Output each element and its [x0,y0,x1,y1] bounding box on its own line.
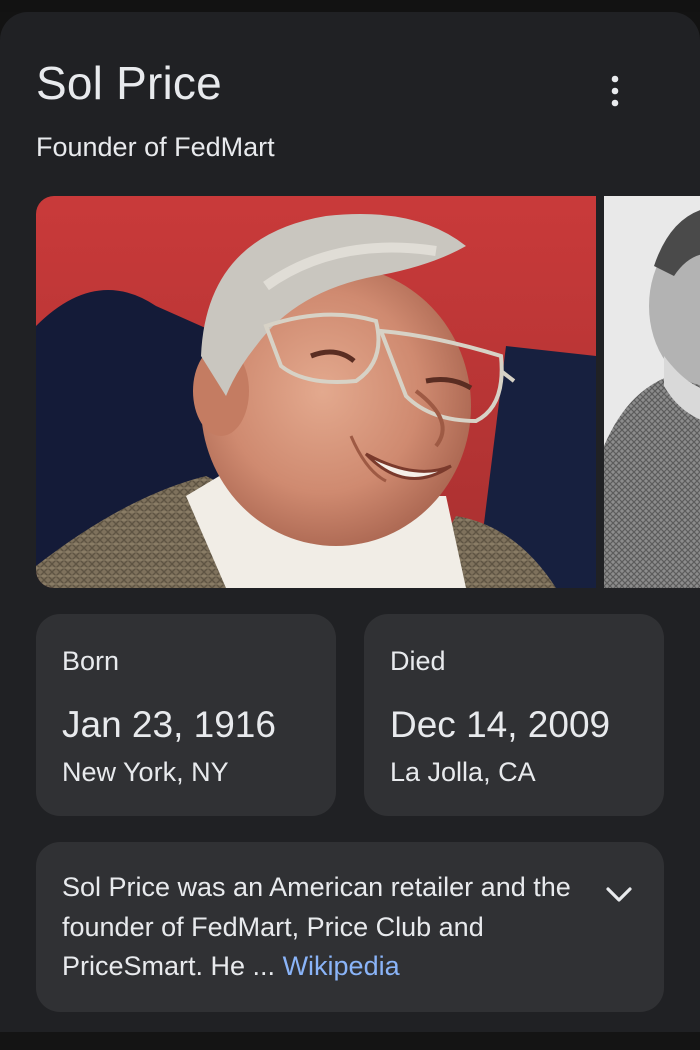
wikipedia-link[interactable]: Wikipedia [283,951,400,981]
description-text-block: Sol Price was an American retailer and t… [62,868,582,987]
bottom-edge [0,1032,700,1050]
portrait-photo[interactable] [36,196,596,588]
more-vert-icon [611,75,619,107]
secondary-photo[interactable] [604,196,700,588]
description-card[interactable]: Sol Price was an American retailer and t… [36,842,664,1012]
expand-description-button[interactable] [596,872,642,918]
more-options-button[interactable] [592,68,638,114]
died-place: La Jolla, CA [390,757,536,787]
knowledge-panel: Sol Price Founder of FedMart Born Jan 23… [0,12,700,1032]
died-label: Died [390,646,446,676]
description-ellipsis: ... [245,951,283,981]
born-place: New York, NY [62,757,229,787]
top-edge [0,0,700,12]
born-card[interactable]: Born Jan 23, 1916 New York, NY [36,614,336,816]
died-card[interactable]: Died Dec 14, 2009 La Jolla, CA [364,614,664,816]
born-date: Jan 23, 1916 [62,704,276,745]
died-date: Dec 14, 2009 [390,704,611,745]
entity-subtitle: Founder of FedMart [36,132,275,162]
chevron-down-icon [606,887,632,902]
born-label: Born [62,646,120,676]
image-carousel[interactable] [36,196,700,588]
entity-title: Sol Price [36,57,222,109]
